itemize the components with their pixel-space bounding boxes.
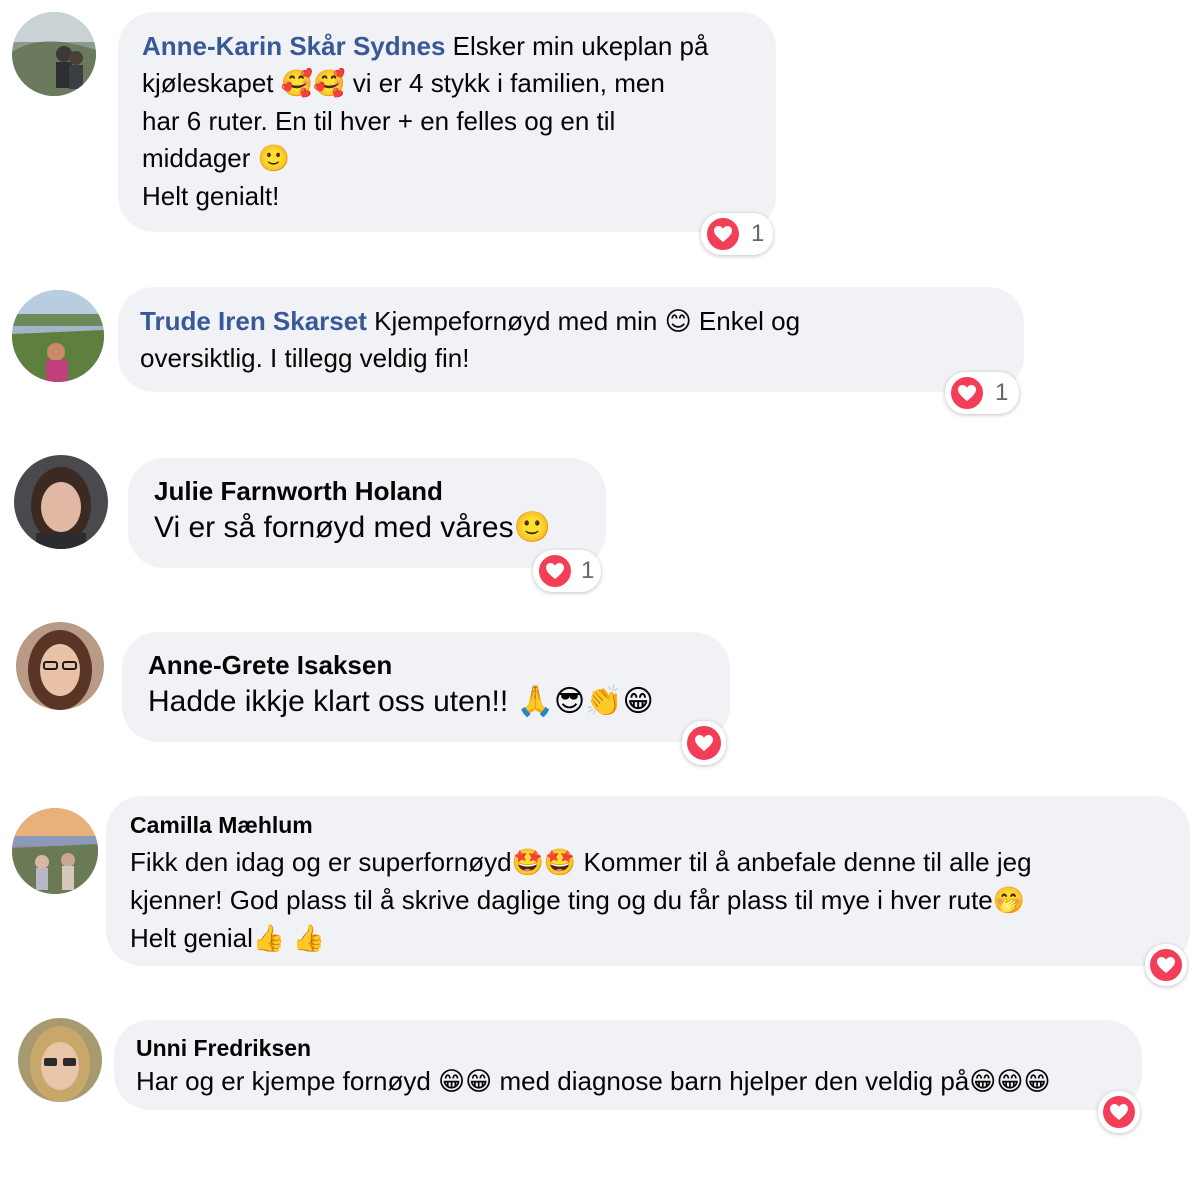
comment-author[interactable]: Unni Fredriksen (136, 1034, 1120, 1062)
reaction-count: 1 (581, 557, 595, 584)
comment-author[interactable]: Anne-Karin Skår Sydnes (142, 31, 445, 61)
comment-text: Fikk den idag og er superfornøyd (130, 847, 512, 877)
comment-text: Har og er kjempe fornøyd (136, 1066, 439, 1096)
heart-icon (705, 216, 741, 252)
avatar[interactable] (16, 622, 104, 710)
comment-text: Enkel og (691, 306, 801, 336)
thumbs-up-emoji: 👍 (292, 924, 325, 954)
comment-bubble: Julie Farnworth Holand Vi er så fornøyd … (128, 458, 606, 568)
reaction-count: 1 (751, 220, 765, 247)
comment-author[interactable]: Trude Iren Skarset (140, 306, 367, 336)
comment-bubble: Anne-Grete Isaksen Hadde ikkje klart oss… (122, 632, 730, 742)
avatar[interactable] (12, 290, 104, 382)
comment-bubble: Unni Fredriksen Har og er kjempe fornøyd… (114, 1020, 1142, 1110)
comment-author[interactable]: Camilla Mæhlum (130, 810, 1166, 840)
avatar[interactable] (18, 1018, 102, 1102)
grin-emoji: 😁 (1023, 1067, 1051, 1097)
grin-emoji: 😁 (438, 1067, 466, 1097)
comment-text: Elsker min ukeplan på (452, 31, 709, 61)
grin-emoji: 😁 (465, 1067, 493, 1097)
folded-hands-emoji: 🙏 (516, 684, 554, 719)
heart-icon (1148, 947, 1184, 983)
reaction-badge[interactable]: 1 (533, 550, 601, 592)
heart-icon (1101, 1094, 1137, 1130)
avatar[interactable] (12, 12, 96, 96)
star-struck-emoji: 🤩 (543, 848, 577, 878)
comment-bubble: Anne-Karin Skår Sydnes Elsker min ukepla… (118, 12, 776, 232)
reaction-badge[interactable]: 1 (701, 213, 773, 255)
heart-icon (685, 724, 723, 762)
reaction-badge[interactable] (1145, 944, 1187, 986)
avatar[interactable] (14, 455, 108, 549)
comment-bubble: Trude Iren Skarset Kjempefornøyd med min… (118, 287, 1024, 392)
comment-text: Helt genial (130, 923, 253, 953)
comment-text: Hadde ikkje klart oss uten!! (148, 685, 517, 718)
smiling-hearts-emoji: 🥰 (313, 69, 346, 99)
comment-text: vi er 4 stykk i familien, men (345, 68, 665, 98)
reaction-badge[interactable] (1098, 1091, 1140, 1133)
avatar[interactable] (12, 808, 98, 894)
comment-text: Helt genialt! (142, 181, 280, 211)
grin-emoji: 😁 (996, 1067, 1024, 1097)
comment-text: oversiktlig. I tillegg veldig fin! (140, 343, 470, 373)
sunglasses-emoji: 😎 (553, 684, 586, 719)
smile-emoji: 🙂 (513, 510, 551, 545)
comment-text: har 6 ruter. En til hver + en felles og … (142, 106, 616, 136)
comment-text: Vi er så fornøyd med våres (154, 511, 514, 544)
smile-emoji: 🙂 (257, 144, 290, 174)
comment-text: Kjempefornøyd med min (374, 306, 665, 336)
comment-text: middager (142, 143, 258, 173)
grin-emoji: 😁 (622, 684, 654, 719)
smiling-hearts-emoji: 🥰 (280, 69, 314, 99)
grin-emoji: 😁 (969, 1067, 997, 1097)
smiling-blush-emoji: 😊 (664, 307, 692, 337)
comment-author[interactable]: Julie Farnworth Holand (154, 474, 580, 508)
comment-text: Kommer til å anbefale denne til alle jeg (576, 847, 1032, 877)
heart-icon (949, 375, 985, 411)
hand-over-mouth-emoji: 🤭 (992, 886, 1026, 916)
comment-text: kjøleskapet (142, 68, 281, 98)
reaction-count: 1 (995, 379, 1009, 406)
comment-bubble: Camilla Mæhlum Fikk den idag og er super… (106, 796, 1190, 966)
reaction-badge[interactable]: 1 (945, 372, 1019, 414)
reaction-badge[interactable] (682, 721, 726, 765)
thumbs-up-emoji: 👍 (252, 924, 286, 954)
heart-icon (537, 553, 573, 589)
clapping-hands-emoji: 👏 (585, 684, 623, 719)
comment-author[interactable]: Anne-Grete Isaksen (148, 648, 704, 682)
star-struck-emoji: 🤩 (511, 848, 544, 878)
comment-text: med diagnose barn hjelper den veldig på (492, 1066, 970, 1096)
comment-text: kjenner! God plass til å skrive daglige … (130, 885, 993, 915)
